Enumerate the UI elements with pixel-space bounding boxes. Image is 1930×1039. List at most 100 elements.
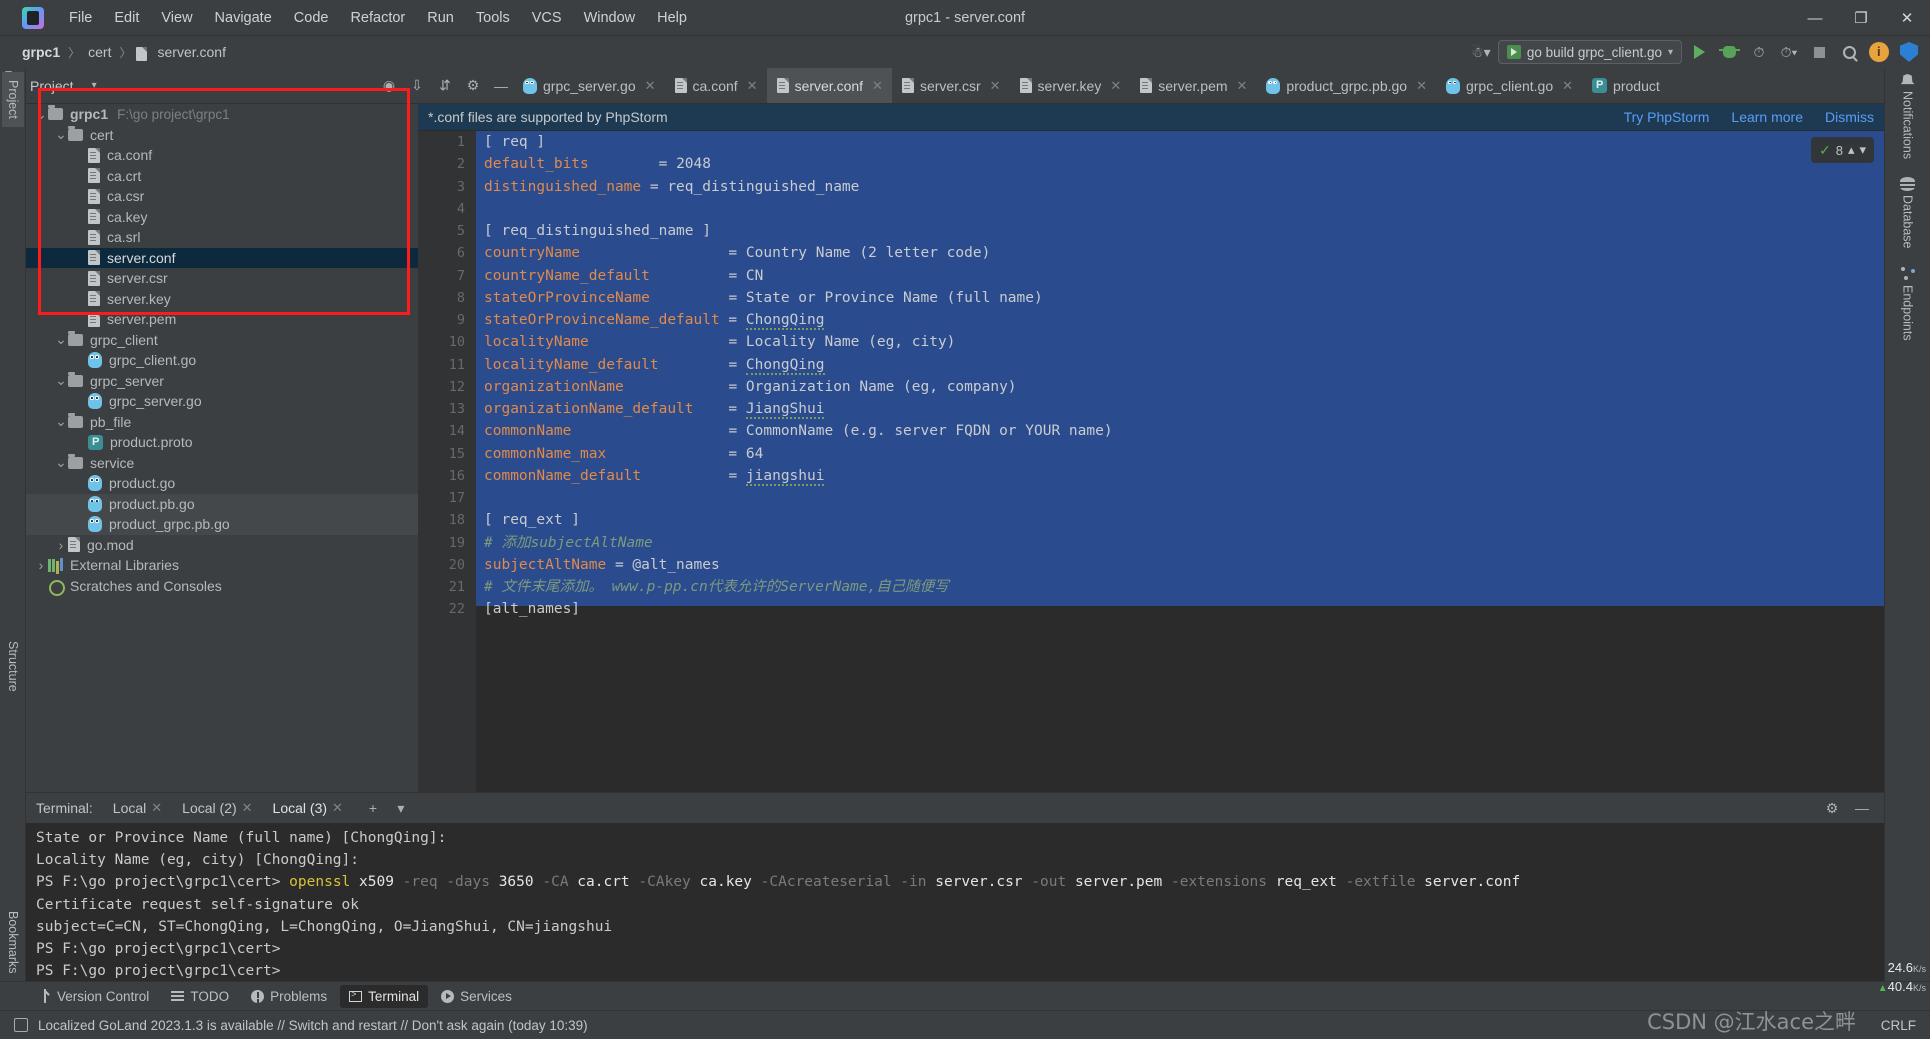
ide-update-icon[interactable] <box>1866 39 1892 65</box>
editor-tab-product[interactable]: product <box>1582 68 1669 103</box>
breadcrumb-folder[interactable]: cert <box>84 43 115 61</box>
menu-refactor[interactable]: Refactor <box>339 7 416 29</box>
plus-icon[interactable]: + <box>361 796 385 820</box>
code-line[interactable]: localityName_default = ChongQing <box>476 353 1884 376</box>
tree-item-ca-conf[interactable]: ca.conf <box>26 145 418 166</box>
tool-window-todo[interactable]: TODO <box>162 985 238 1008</box>
code-line[interactable]: organizationName_default = JiangShui <box>476 398 1884 421</box>
code-line[interactable]: # 添加subjectAltName <box>476 531 1884 554</box>
tree-item-ca-key[interactable]: ca.key <box>26 207 418 228</box>
hide-panel-icon[interactable]: — <box>489 74 513 98</box>
close-icon[interactable]: ✕ <box>151 800 162 816</box>
tree-item-go-mod[interactable]: › go.mod <box>26 535 418 556</box>
left-strip-item-bookmarks[interactable]: Bookmarks <box>2 903 24 982</box>
terminal-tab-local[interactable]: Local ✕ <box>105 796 170 820</box>
chevron-down-icon[interactable]: ▾ <box>389 796 413 820</box>
gear-icon[interactable]: ⚙ <box>1820 796 1844 820</box>
tree-item-service[interactable]: ⌄ service <box>26 453 418 474</box>
target-icon[interactable]: ◉ <box>377 74 401 98</box>
code-line[interactable]: countryName = Country Name (2 letter cod… <box>476 242 1884 265</box>
chevron-down-icon[interactable]: ⌄ <box>54 331 68 348</box>
close-icon[interactable]: ✕ <box>747 78 758 94</box>
menu-view[interactable]: View <box>150 7 203 29</box>
run-with-coverage-icon[interactable]: ⏱ <box>1746 39 1772 65</box>
editor-tab-grpc-server-go[interactable]: grpc_server.go ✕ <box>513 68 665 103</box>
search-everywhere-icon[interactable] <box>1836 39 1862 65</box>
tree-item-scratches-and-consoles[interactable]: Scratches and Consoles <box>26 576 418 597</box>
menu-help[interactable]: Help <box>646 7 698 29</box>
tool-window-services[interactable]: Services <box>432 985 521 1008</box>
code-line[interactable]: [alt_names] <box>476 598 1884 617</box>
chevron-down-icon[interactable]: ▾ <box>92 80 97 91</box>
code-line[interactable]: commonName_default = jiangshui <box>476 464 1884 487</box>
menu-window[interactable]: Window <box>573 7 647 29</box>
code-line[interactable]: subjectAltName = @alt_names <box>476 553 1884 576</box>
code-line[interactable]: [ req_distinguished_name ] <box>476 220 1884 243</box>
stop-icon[interactable] <box>1806 39 1832 65</box>
chevron-right-icon[interactable]: › <box>34 557 48 573</box>
tool-window-version-control[interactable]: Version Control <box>30 985 158 1008</box>
settings-gear-icon[interactable]: ⚙ <box>461 74 485 98</box>
code-line[interactable]: commonName = CommonName (e.g. server FQD… <box>476 420 1884 443</box>
tree-item-grpc-client[interactable]: ⌄ grpc_client <box>26 330 418 351</box>
close-icon[interactable]: ✕ <box>1110 78 1121 94</box>
breadcrumb-file[interactable]: server.conf <box>154 43 230 61</box>
tree-item-grpc-client-go[interactable]: grpc_client.go <box>26 350 418 371</box>
tree-item-server-csr[interactable]: server.csr <box>26 268 418 289</box>
terminal-tab-local-3[interactable]: Local (3) ✕ <box>265 796 351 825</box>
user-profile-icon[interactable]: ☃▾ <box>1468 39 1494 65</box>
close-icon[interactable]: ✕ <box>1416 78 1427 94</box>
dismiss-link[interactable]: Dismiss <box>1825 109 1874 125</box>
expand-all-icon[interactable]: ⇵ <box>433 74 457 98</box>
maximize-button[interactable]: ❐ <box>1838 0 1884 36</box>
code-line[interactable]: [ req_ext ] <box>476 509 1884 532</box>
menu-file[interactable]: File <box>58 7 103 29</box>
feedback-icon[interactable] <box>1896 39 1922 65</box>
tree-item-ca-srl[interactable]: ca.srl <box>26 227 418 248</box>
tree-item-ca-csr[interactable]: ca.csr <box>26 186 418 207</box>
menu-edit[interactable]: Edit <box>103 7 150 29</box>
code-line[interactable]: localityName = Locality Name (eg, city) <box>476 331 1884 354</box>
tree-item-server-key[interactable]: server.key <box>26 289 418 310</box>
code-line[interactable] <box>476 197 1884 220</box>
project-tree[interactable]: ⌄ grpc1 F:\go project\grpc1 ⌄ cert ca.conf ca.… <box>26 104 418 850</box>
tool-window-problems[interactable]: Problems <box>242 985 336 1008</box>
tree-item-grpc-server[interactable]: ⌄ grpc_server <box>26 371 418 392</box>
editor-tab-server-conf[interactable]: server.conf ✕ <box>766 68 892 103</box>
ide-message-icon[interactable] <box>14 1018 28 1032</box>
close-icon[interactable]: ✕ <box>872 78 883 94</box>
tree-item-cert[interactable]: ⌄ cert <box>26 125 418 146</box>
terminal-output[interactable]: State or Province Name (full name) [Chon… <box>26 823 1884 981</box>
editor-tab-server-pem[interactable]: server.pem ✕ <box>1130 68 1256 103</box>
code-line[interactable] <box>476 487 1884 510</box>
code-area[interactable]: 1 2 3 4 5 6 7 8 9 10 11 12 13 14 15 16 17 18 19 20 21 22 [ re… <box>418 131 1884 850</box>
code-line[interactable]: [ req ] <box>476 131 1884 154</box>
left-strip-item-project[interactable]: Project <box>2 72 24 127</box>
right-strip-item-endpoints[interactable]: Endpoints <box>1885 266 1930 340</box>
menu-navigate[interactable]: Navigate <box>204 7 283 29</box>
code-line[interactable]: # 文件末尾添加。 www.p-pp.cn代表允许的ServerName,自己随… <box>476 576 1884 599</box>
chevron-down-icon[interactable]: ⌄ <box>54 454 68 471</box>
tree-item-external-libraries[interactable]: › External Libraries <box>26 555 418 576</box>
code-line[interactable]: default_bits = 2048 <box>476 153 1884 176</box>
chevron-down-icon[interactable]: ⌄ <box>34 106 48 123</box>
chevron-down-icon[interactable]: ⌄ <box>54 413 68 430</box>
minimize-button[interactable]: — <box>1792 0 1838 36</box>
menu-run[interactable]: Run <box>416 7 465 29</box>
code-line[interactable]: stateOrProvinceName = State or Province … <box>476 286 1884 309</box>
tree-item-server-conf[interactable]: server.conf <box>26 247 418 268</box>
close-icon[interactable]: ✕ <box>242 800 253 816</box>
terminal-tab-local-2[interactable]: Local (2) ✕ <box>174 796 260 820</box>
collapse-all-icon[interactable]: ⇩ <box>405 74 429 98</box>
right-strip-item-database[interactable]: Database <box>1885 177 1930 249</box>
chevron-right-icon[interactable]: › <box>54 537 68 553</box>
code-line[interactable]: countryName_default = CN <box>476 264 1884 287</box>
editor-tab-grpc-client-go[interactable]: grpc_client.go ✕ <box>1436 68 1582 103</box>
run-icon[interactable] <box>1686 39 1712 65</box>
editor-tab-server-csr[interactable]: server.csr ✕ <box>892 68 1010 103</box>
close-button[interactable]: ✕ <box>1884 0 1930 36</box>
tree-item-grpc-server-go[interactable]: grpc_server.go <box>26 391 418 412</box>
debug-icon[interactable] <box>1716 39 1742 65</box>
tree-item-ca-crt[interactable]: ca.crt <box>26 166 418 187</box>
code-line[interactable]: distinguished_name = req_distinguished_n… <box>476 175 1884 198</box>
